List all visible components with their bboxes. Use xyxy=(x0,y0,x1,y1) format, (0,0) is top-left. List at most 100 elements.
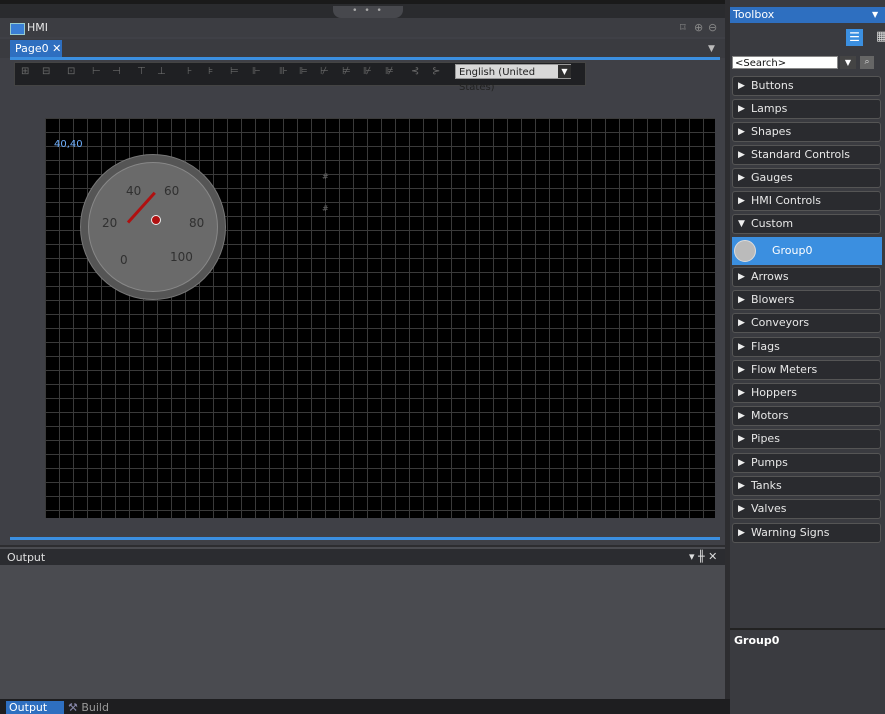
chevron-down-icon[interactable]: ▼ xyxy=(558,65,571,78)
category-tanks[interactable]: ▶ Tanks xyxy=(732,476,881,496)
gauge-tick-label: 40 xyxy=(126,184,142,198)
category-label: Pipes xyxy=(751,432,780,445)
search-options-icon[interactable]: ▼ xyxy=(840,56,856,69)
gauge-tick-label: 80 xyxy=(189,216,205,230)
category-label: Buttons xyxy=(751,79,794,92)
toolbox-description-area xyxy=(730,547,885,697)
category-pumps[interactable]: ▶ Pumps xyxy=(732,453,881,473)
toolbar-align-icon[interactable]: ⊟ xyxy=(42,66,50,77)
category-gauges[interactable]: ▶ Gauges xyxy=(732,168,881,188)
category-label: Lamps xyxy=(751,102,788,115)
category-label: Custom xyxy=(751,217,794,230)
toolbox-search-input[interactable]: <Search> xyxy=(732,56,838,69)
expand-arrow-icon: ▶ xyxy=(738,318,745,328)
toolbar-align-icon[interactable]: ⊫ xyxy=(299,66,308,77)
expand-arrow-icon: ▶ xyxy=(738,481,745,491)
category-flags[interactable]: ▶ Flags xyxy=(732,337,881,357)
tab-build[interactable]: ⚒ Build xyxy=(68,701,109,714)
gauge-tick-label: 60 xyxy=(164,184,180,198)
toolbar-align-icon[interactable]: ⊱ xyxy=(432,66,440,77)
gauge-needle-hub xyxy=(151,215,161,225)
tab-build-label: Build xyxy=(81,701,109,714)
expand-arrow-icon: ▶ xyxy=(738,127,745,137)
category-label: Blowers xyxy=(751,293,795,306)
category-lamps[interactable]: ▶ Lamps xyxy=(732,99,881,119)
category-label: Arrows xyxy=(751,270,789,283)
toolbox-title: Toolbox xyxy=(733,8,775,21)
toolbar-align-icon[interactable]: ⊯ xyxy=(385,66,394,77)
category-label: Gauges xyxy=(751,171,793,184)
panel-drag-grip[interactable]: • • • xyxy=(333,6,403,18)
expand-arrow-icon: ▶ xyxy=(738,272,745,282)
expand-arrow-icon: ▶ xyxy=(738,388,745,398)
toolbar-align-icon[interactable]: ⊡ xyxy=(67,66,75,77)
canvas-marker-icon: # xyxy=(322,172,329,181)
toolbar-align-icon[interactable]: ⊮ xyxy=(363,66,372,77)
category-conveyors[interactable]: ▶ Conveyors xyxy=(732,313,881,333)
expand-arrow-icon: ▶ xyxy=(738,411,745,421)
selected-item-name: Group0 xyxy=(734,634,780,647)
expand-arrow-icon: ▶ xyxy=(738,434,745,444)
category-label: Motors xyxy=(751,409,789,422)
toolbox-item-label: Group0 xyxy=(772,244,813,257)
toolbar-align-icon[interactable]: ⊢ xyxy=(92,66,101,77)
category-buttons[interactable]: ▶ Buttons xyxy=(732,76,881,96)
output-panel xyxy=(0,547,725,699)
expand-arrow-icon: ▶ xyxy=(738,81,745,91)
toolbar-align-icon[interactable]: ⊞ xyxy=(21,66,29,77)
canvas-bottom-border xyxy=(10,537,720,540)
tab-list-dropdown-icon[interactable]: ▼ xyxy=(708,44,715,54)
toolbox-menu-icon[interactable]: ▼ xyxy=(872,10,878,19)
category-custom[interactable]: ▼ Custom xyxy=(732,214,881,234)
hmi-title-bar xyxy=(0,18,725,37)
toolbar-align-icon[interactable]: ⊭ xyxy=(342,66,351,77)
gauge-tick-label: 100 xyxy=(170,250,193,264)
category-label: Standard Controls xyxy=(751,148,851,161)
category-hoppers[interactable]: ▶ Hoppers xyxy=(732,383,881,403)
zoom-in-icon[interactable]: ⊕ xyxy=(694,21,703,34)
category-label: Shapes xyxy=(751,125,792,138)
category-label: Flags xyxy=(751,340,780,353)
output-panel-header xyxy=(0,549,725,565)
category-standard-controls[interactable]: ▶ Standard Controls xyxy=(732,145,881,165)
category-shapes[interactable]: ▶ Shapes xyxy=(732,122,881,142)
category-hmi-controls[interactable]: ▶ HMI Controls xyxy=(732,191,881,211)
expand-arrow-icon: ▶ xyxy=(738,104,745,114)
expand-arrow-icon: ▶ xyxy=(738,295,745,305)
tab-page0[interactable]: Page0 ✕ xyxy=(10,40,62,57)
toolbar-align-icon[interactable]: ⊬ xyxy=(320,66,329,77)
category-label: Tanks xyxy=(751,479,782,492)
language-select[interactable]: English (United States) xyxy=(455,64,571,93)
category-warning-signs[interactable]: ▶ Warning Signs xyxy=(732,523,881,543)
category-motors[interactable]: ▶ Motors xyxy=(732,406,881,426)
canvas-marker-icon: # xyxy=(322,204,329,213)
category-flow-meters[interactable]: ▶ Flow Meters xyxy=(732,360,881,380)
tab-output[interactable]: Output xyxy=(6,701,64,714)
collapse-arrow-icon: ▼ xyxy=(738,219,745,229)
gauge-thumbnail-icon xyxy=(734,240,756,262)
list-view-icon[interactable]: ☰ xyxy=(846,29,863,46)
fit-page-icon[interactable]: ⌑ xyxy=(680,21,686,34)
expand-arrow-icon: ▶ xyxy=(738,173,745,183)
category-valves[interactable]: ▶ Valves xyxy=(732,499,881,519)
category-blowers[interactable]: ▶ Blowers xyxy=(732,290,881,310)
toolbar-align-icon[interactable]: ⊧ xyxy=(208,66,213,77)
category-arrows[interactable]: ▶ Arrows xyxy=(732,267,881,287)
toolbar-align-icon[interactable]: ⊨ xyxy=(230,66,239,77)
gauge-tick-label: 0 xyxy=(120,253,128,267)
toolbar-align-icon[interactable]: ⊰ xyxy=(411,66,419,77)
hmi-window-icon xyxy=(10,23,25,35)
toolbox-splitter[interactable] xyxy=(730,628,885,630)
output-panel-controls[interactable]: ▾ ╫ ✕ xyxy=(689,550,717,563)
toolbar-align-icon[interactable]: ⊤ xyxy=(137,66,146,77)
expand-arrow-icon: ▶ xyxy=(738,458,745,468)
toolbar-align-icon[interactable]: ⊩ xyxy=(252,66,261,77)
toolbar-align-icon[interactable]: ⊦ xyxy=(187,66,192,77)
category-pipes[interactable]: ▶ Pipes xyxy=(732,429,881,449)
zoom-out-icon[interactable]: ⊖ xyxy=(708,21,717,34)
toolbar-align-icon[interactable]: ⊪ xyxy=(279,66,288,77)
toolbar-align-icon[interactable]: ⊥ xyxy=(157,66,166,77)
search-icon[interactable]: ⌕ xyxy=(860,56,874,69)
grid-view-icon[interactable]: ▦ xyxy=(876,29,885,44)
toolbar-align-icon[interactable]: ⊣ xyxy=(112,66,121,77)
